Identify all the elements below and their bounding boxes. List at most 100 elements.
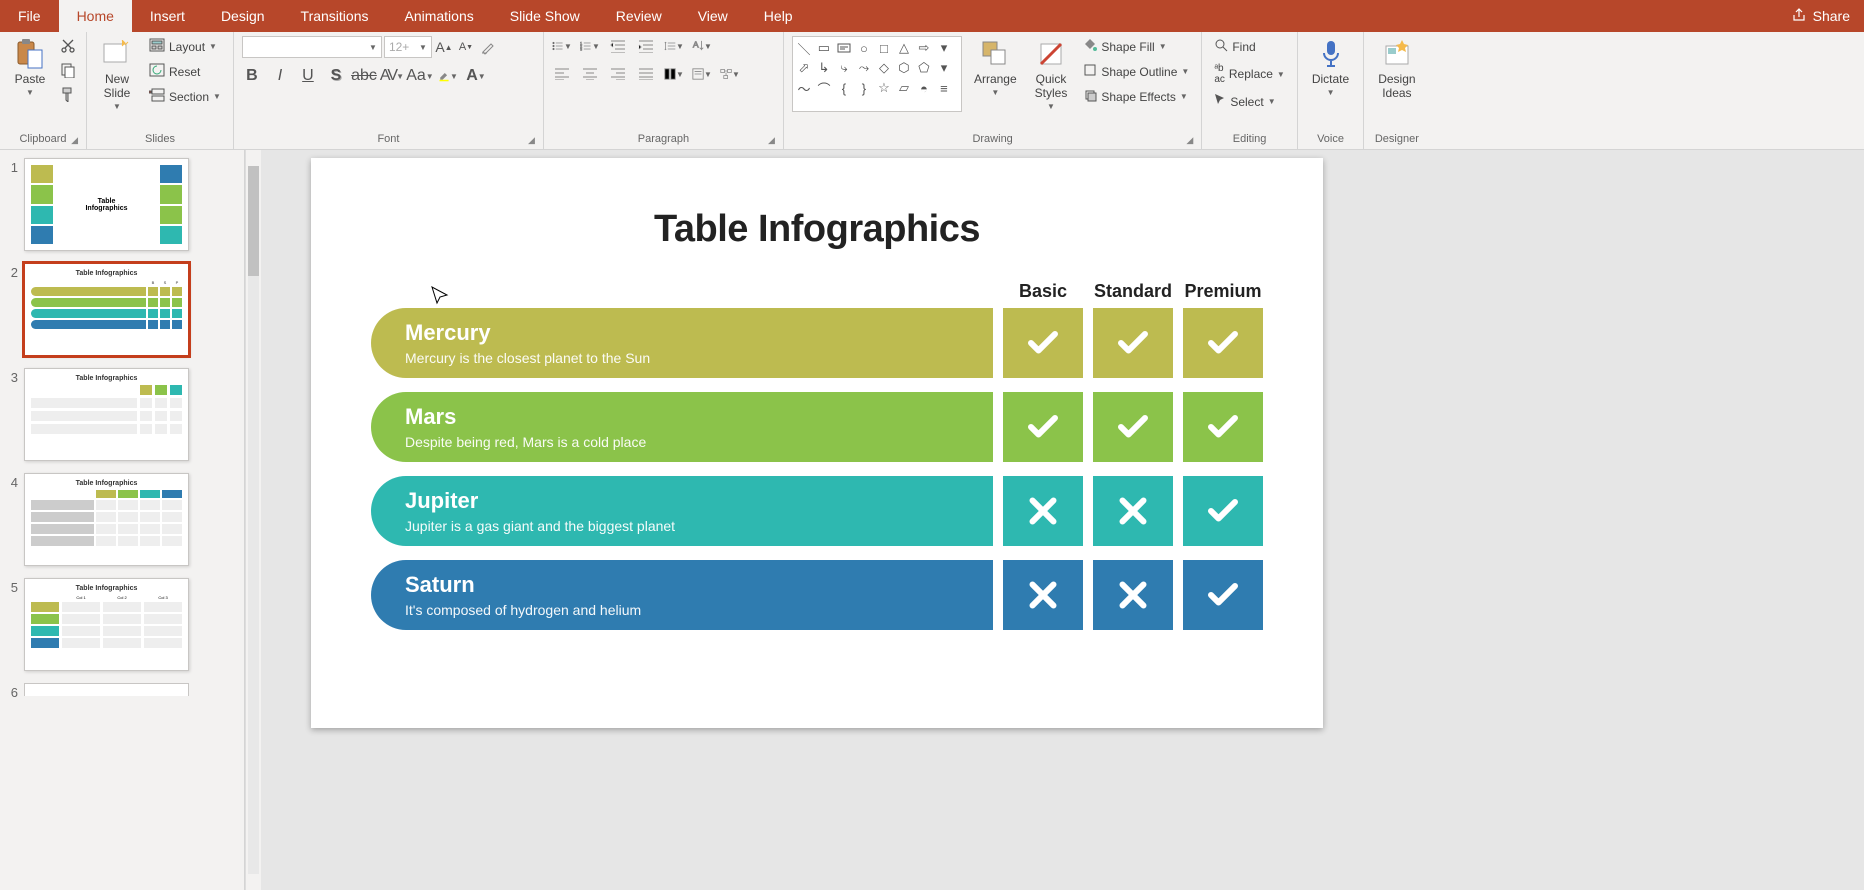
replace-button[interactable]: ᵃbacReplace▼ [1210, 61, 1289, 87]
check-cell[interactable] [1183, 392, 1263, 462]
column-header: Standard [1093, 281, 1173, 302]
infographic-table[interactable]: BasicStandardPremium MercuryMercury is t… [371, 281, 1263, 630]
slide-title[interactable]: Table Infographics [371, 208, 1263, 251]
thumbnail-scrollbar[interactable] [245, 150, 261, 890]
tab-slideshow[interactable]: Slide Show [492, 0, 598, 32]
row-pill[interactable]: JupiterJupiter is a gas giant and the bi… [371, 476, 993, 546]
shape-outline-button[interactable]: Shape Outline▼ [1079, 61, 1193, 82]
section-button[interactable]: Section▼ [145, 86, 225, 107]
shapes-gallery[interactable]: ＼▭○□△⇨▾ ⬀↳⤷⤳◇⬡⬠▾ ～⌒{}☆▱◓≡ [792, 36, 962, 112]
dialog-launcher-icon[interactable]: ◢ [528, 135, 535, 146]
find-button[interactable]: Find [1210, 36, 1289, 57]
layout-button[interactable]: Layout▼ [145, 36, 225, 57]
check-cell[interactable] [1003, 392, 1083, 462]
row-pill[interactable]: SaturnIt's composed of hydrogen and heli… [371, 560, 993, 630]
check-cell[interactable] [1183, 476, 1263, 546]
cross-cell[interactable] [1003, 560, 1083, 630]
check-cell[interactable] [1093, 308, 1173, 378]
columns-icon[interactable]: ▼ [664, 64, 684, 84]
align-right-icon[interactable] [608, 64, 628, 84]
slide-thumbnail[interactable]: Table Infographics [24, 473, 189, 566]
tab-transitions[interactable]: Transitions [283, 0, 387, 32]
dictate-button[interactable]: Dictate▼ [1306, 36, 1355, 99]
shape-fill-button[interactable]: Shape Fill▼ [1079, 36, 1193, 57]
arrange-icon [979, 38, 1011, 70]
tab-design[interactable]: Design [203, 0, 283, 32]
text-direction-icon[interactable]: A▼ [692, 36, 712, 56]
design-ideas-button[interactable]: Design Ideas [1372, 36, 1421, 102]
dialog-launcher-icon[interactable]: ◢ [71, 135, 78, 146]
dialog-launcher-icon[interactable]: ◢ [768, 135, 775, 146]
smartart-icon[interactable]: ▼ [720, 64, 740, 84]
highlight-icon[interactable]: ▼ [438, 66, 458, 86]
select-button[interactable]: Select▼ [1210, 91, 1289, 112]
paste-button[interactable]: Paste ▼ [8, 36, 52, 99]
tab-animations[interactable]: Animations [386, 0, 491, 32]
decrease-indent-icon[interactable] [608, 36, 628, 56]
table-row[interactable]: MercuryMercury is the closest planet to … [371, 308, 1263, 378]
chevron-down-icon: ▼ [1047, 102, 1055, 111]
tab-insert[interactable]: Insert [132, 0, 203, 32]
decrease-font-icon[interactable]: A▼ [456, 37, 476, 57]
bold-icon[interactable]: B [242, 66, 262, 86]
font-size-combo[interactable]: 12+▼ [384, 36, 432, 58]
strike-icon[interactable]: abc [354, 66, 374, 86]
line-spacing-icon[interactable]: ▼ [664, 36, 684, 56]
share-button[interactable]: Share [1777, 7, 1864, 26]
tab-review[interactable]: Review [598, 0, 680, 32]
table-row[interactable]: SaturnIt's composed of hydrogen and heli… [371, 560, 1263, 630]
slide-thumbnail[interactable]: Table InfographicsBSP [24, 263, 189, 356]
tab-help[interactable]: Help [746, 0, 811, 32]
check-cell[interactable] [1183, 308, 1263, 378]
check-cell[interactable] [1183, 560, 1263, 630]
paste-icon [14, 38, 46, 70]
quick-styles-button[interactable]: Quick Styles▼ [1029, 36, 1074, 113]
tab-file[interactable]: File [0, 0, 59, 32]
bullets-icon[interactable]: ▼ [552, 36, 572, 56]
copy-icon[interactable] [58, 60, 78, 80]
arrange-label: Arrange [974, 72, 1017, 86]
cut-icon[interactable] [58, 36, 78, 56]
cross-cell[interactable] [1093, 476, 1173, 546]
cross-cell[interactable] [1003, 476, 1083, 546]
row-subtitle: Despite being red, Mars is a cold place [405, 434, 969, 450]
tab-view[interactable]: View [680, 0, 746, 32]
table-row[interactable]: JupiterJupiter is a gas giant and the bi… [371, 476, 1263, 546]
justify-icon[interactable] [636, 64, 656, 84]
arrange-button[interactable]: Arrange▼ [968, 36, 1023, 99]
new-slide-button[interactable]: New Slide ▼ [95, 36, 139, 113]
cross-cell[interactable] [1093, 560, 1173, 630]
row-pill[interactable]: MarsDespite being red, Mars is a cold pl… [371, 392, 993, 462]
font-name-combo[interactable]: ▼ [242, 36, 382, 58]
slide-thumbnail[interactable]: Table Infographics [24, 158, 189, 251]
format-painter-icon[interactable] [58, 84, 78, 104]
align-center-icon[interactable] [580, 64, 600, 84]
slide[interactable]: Table Infographics BasicStandardPremium … [311, 158, 1323, 728]
reset-button[interactable]: Reset [145, 61, 225, 82]
shadow-icon[interactable]: S [326, 66, 346, 86]
underline-icon[interactable]: U [298, 66, 318, 86]
shape-effects-button[interactable]: Shape Effects▼ [1079, 86, 1193, 107]
font-color-icon[interactable]: A▼ [466, 66, 486, 86]
dialog-launcher-icon[interactable]: ◢ [1186, 135, 1193, 146]
numbering-icon[interactable]: 123▼ [580, 36, 600, 56]
quick-styles-icon [1035, 38, 1067, 70]
align-text-icon[interactable]: ▼ [692, 64, 712, 84]
check-cell[interactable] [1003, 308, 1083, 378]
italic-icon[interactable]: I [270, 66, 290, 86]
align-left-icon[interactable] [552, 64, 572, 84]
slide-thumbnail[interactable] [24, 683, 189, 696]
svg-text:3: 3 [580, 48, 582, 52]
change-case-icon[interactable]: Aa▼ [410, 66, 430, 86]
clear-format-icon[interactable] [478, 37, 498, 57]
check-cell[interactable] [1093, 392, 1173, 462]
increase-indent-icon[interactable] [636, 36, 656, 56]
slide-thumbnail[interactable]: Table Infographics [24, 368, 189, 461]
slide-canvas-area[interactable]: Table Infographics BasicStandardPremium … [261, 150, 1864, 890]
table-row[interactable]: MarsDespite being red, Mars is a cold pl… [371, 392, 1263, 462]
increase-font-icon[interactable]: A▲ [434, 37, 454, 57]
slide-thumbnail[interactable]: Table InfographicsCol 1Col 2Col 3 [24, 578, 189, 671]
char-spacing-icon[interactable]: AV▼ [382, 66, 402, 86]
tab-home[interactable]: Home [59, 0, 132, 32]
row-pill[interactable]: MercuryMercury is the closest planet to … [371, 308, 993, 378]
